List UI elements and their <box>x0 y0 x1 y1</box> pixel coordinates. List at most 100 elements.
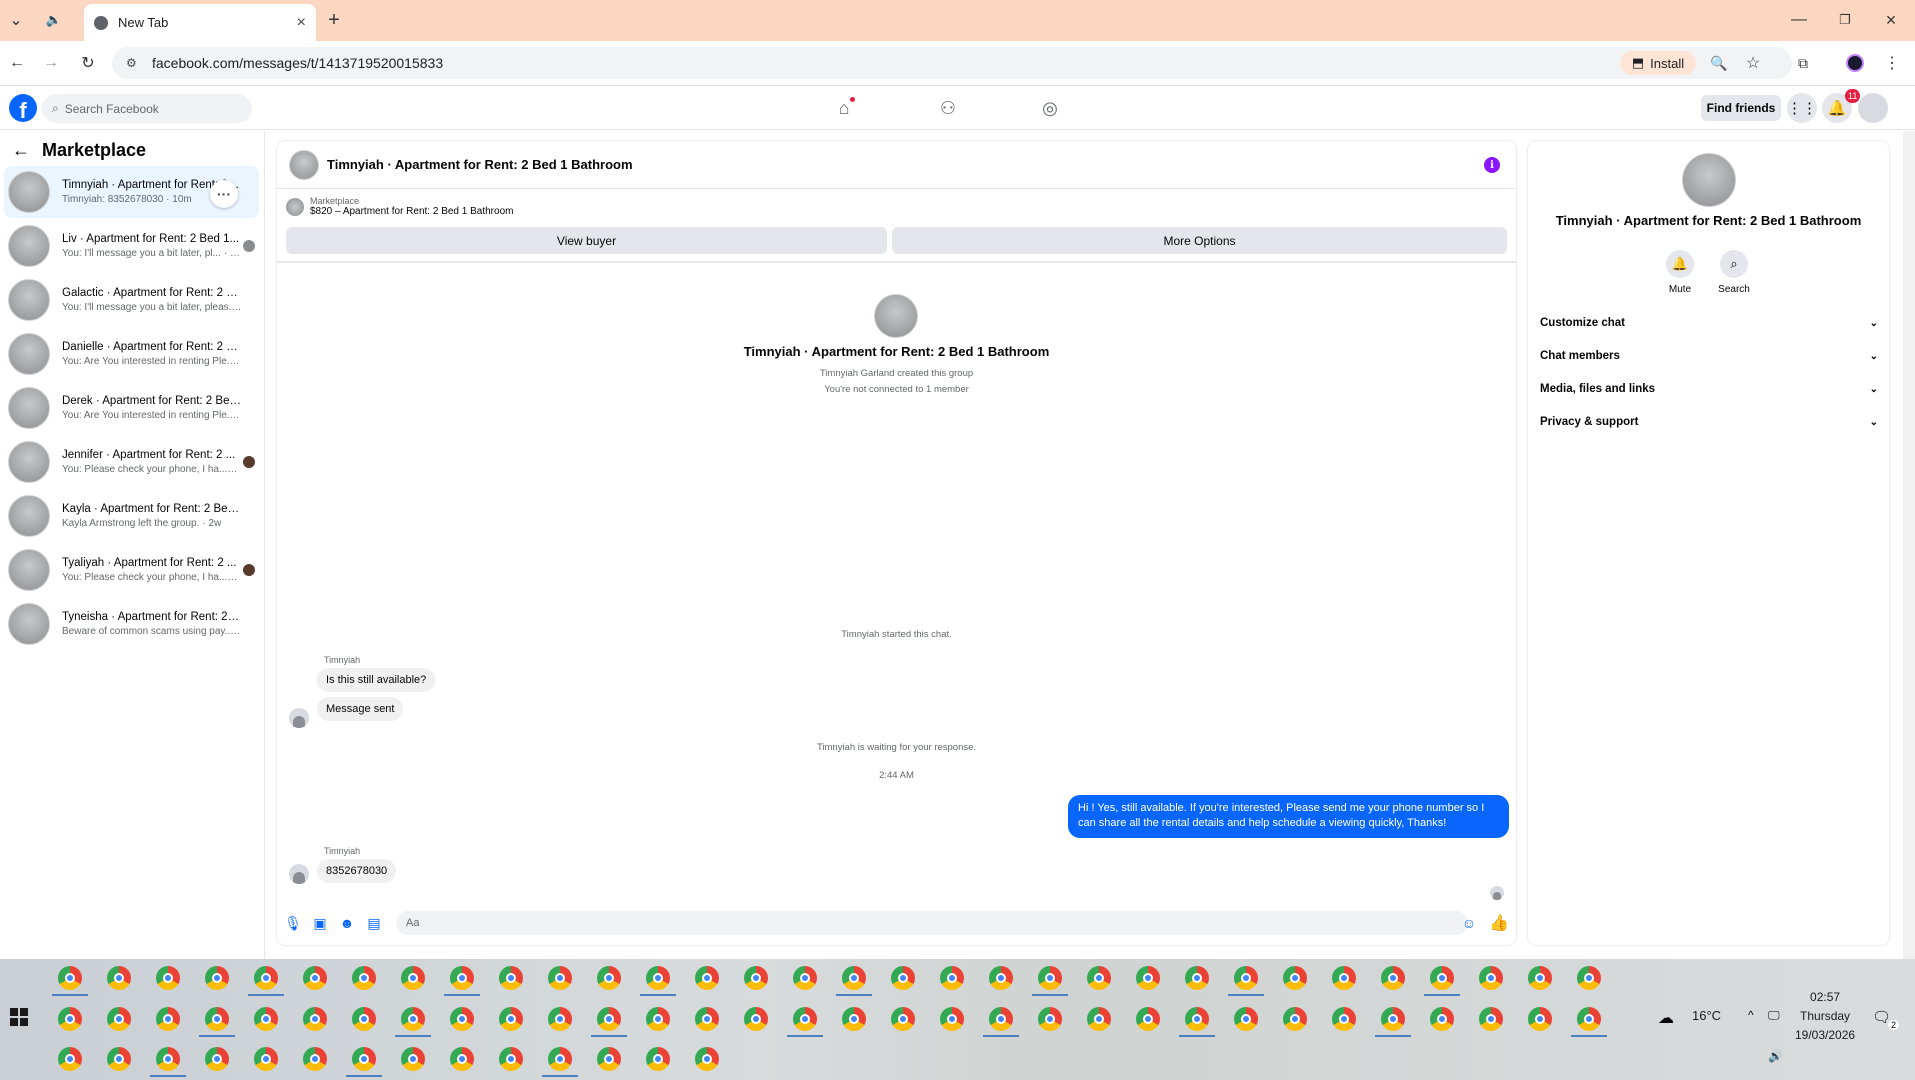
taskbar-chrome-icon[interactable] <box>1424 966 1460 996</box>
mute-button[interactable]: 🔔 Mute <box>1660 250 1700 295</box>
taskbar-chrome-icon[interactable] <box>548 1007 572 1031</box>
taskbar-chrome-icon[interactable] <box>499 966 523 990</box>
taskbar-chrome-icon[interactable] <box>346 1047 382 1077</box>
taskbar-chrome-icon[interactable] <box>1332 966 1356 990</box>
taskbar-chrome-icon[interactable] <box>548 966 572 990</box>
view-buyer-button[interactable]: View buyer <box>286 227 887 254</box>
taskbar-chrome-icon[interactable] <box>352 966 376 990</box>
taskbar-chrome-icon[interactable] <box>303 1007 327 1031</box>
taskbar-chrome-icon[interactable] <box>1136 966 1160 990</box>
more-options-button[interactable]: More Options <box>892 227 1507 254</box>
taskbar-chrome-icon[interactable] <box>983 1007 1019 1037</box>
taskbar-chrome-icon[interactable] <box>793 966 817 990</box>
conversation-item[interactable]: Danielle · Apartment for Rent: 2 B... You… <box>4 328 259 380</box>
sticker-icon[interactable]: ☻ <box>338 914 356 932</box>
back-icon[interactable]: ← <box>6 52 28 74</box>
install-button[interactable]: ⬒ Install <box>1620 51 1696 75</box>
friends-nav-icon[interactable]: ⚇ <box>928 94 968 122</box>
taskbar-chrome-icon[interactable] <box>1234 1007 1258 1031</box>
taskbar-chrome-icon[interactable] <box>542 1047 578 1077</box>
conversation-item[interactable]: Kayla · Apartment for Rent: 2 Bed ... Kay… <box>4 490 259 542</box>
menu-grid-icon[interactable]: ⋮⋮ <box>1787 93 1817 123</box>
extensions-icon[interactable]: ⧉ <box>1792 52 1814 74</box>
weather-icon[interactable]: ☁ <box>1658 1008 1674 1028</box>
taskbar-chrome-icon[interactable] <box>842 1007 866 1031</box>
taskbar-chrome-icon[interactable] <box>640 966 676 996</box>
taskbar-chrome-icon[interactable] <box>444 966 480 996</box>
info-section-row[interactable]: Media, files and links ⌄ <box>1540 375 1878 403</box>
taskbar-chrome-icon[interactable] <box>401 966 425 990</box>
taskbar-chrome-icon[interactable] <box>940 1007 964 1031</box>
taskbar-chrome-icon[interactable] <box>891 966 915 990</box>
taskbar-chrome-icon[interactable] <box>744 1007 768 1031</box>
home-nav-icon[interactable]: ⌂ <box>824 94 864 122</box>
close-tab-icon[interactable]: × <box>297 14 306 32</box>
taskbar-chrome-icon[interactable] <box>695 966 719 990</box>
conversation-item[interactable]: Galactic · Apartment for Rent: 2 Be... Yo… <box>4 274 259 326</box>
clock[interactable]: 02:57 Thursday 19/03/2026 <box>1795 988 1855 1046</box>
taskbar-chrome-icon[interactable] <box>1528 966 1552 990</box>
taskbar-chrome-icon[interactable] <box>107 1007 131 1031</box>
taskbar-chrome-icon[interactable] <box>303 1047 327 1071</box>
message-bubble[interactable]: 8352678030 <box>317 859 397 883</box>
info-section-row[interactable]: Privacy & support ⌄ <box>1540 408 1878 436</box>
taskbar-chrome-icon[interactable] <box>248 966 284 996</box>
minimize-icon[interactable]: — <box>1788 9 1810 31</box>
site-info-icon[interactable]: ⚙ <box>126 56 137 70</box>
taskbar-chrome-icon[interactable] <box>1479 966 1503 990</box>
search-chat-button[interactable]: ⌕ Search <box>1714 250 1754 295</box>
windows-start-icon[interactable] <box>10 1008 28 1026</box>
account-avatar[interactable] <box>1858 93 1888 123</box>
photo-icon[interactable]: ▣ <box>311 914 329 932</box>
info-icon[interactable]: i <box>1484 157 1500 173</box>
taskbar-chrome-icon[interactable] <box>1228 966 1264 996</box>
address-bar[interactable]: ⚙ facebook.com/messages/t/14137195200158… <box>112 47 1792 79</box>
microphone-icon[interactable]: 🎙 <box>284 914 302 932</box>
taskbar-chrome-icon[interactable] <box>1087 966 1111 990</box>
taskbar-chrome-icon[interactable] <box>450 1047 474 1071</box>
facebook-search-input[interactable]: ⌕ Search Facebook <box>42 94 252 123</box>
outgoing-message-bubble[interactable]: Hi ! Yes, still available. If you're int… <box>1068 795 1509 838</box>
taskbar-chrome-icon[interactable] <box>395 1007 431 1037</box>
taskbar-chrome-icon[interactable] <box>836 966 872 996</box>
taskbar-chrome-icon[interactable] <box>597 966 621 990</box>
taskbar-chrome-icon[interactable] <box>199 1007 235 1037</box>
back-arrow-icon[interactable]: ← <box>12 140 30 161</box>
taskbar-chrome-icon[interactable] <box>1528 1007 1552 1031</box>
taskbar-chrome-icon[interactable] <box>591 1007 627 1037</box>
taskbar-chrome-icon[interactable] <box>1571 1007 1607 1037</box>
taskbar-chrome-icon[interactable] <box>695 1007 719 1031</box>
taskbar-chrome-icon[interactable] <box>1479 1007 1503 1031</box>
taskbar-chrome-icon[interactable] <box>254 1007 278 1031</box>
conversation-item[interactable]: Derek · Apartment for Rent: 2 Bed ... You… <box>4 382 259 434</box>
taskbar-chrome-icon[interactable] <box>597 1047 621 1071</box>
new-tab-icon[interactable]: + <box>323 9 345 31</box>
taskbar-chrome-icon[interactable] <box>1087 1007 1111 1031</box>
facebook-logo[interactable]: f <box>9 94 37 122</box>
message-bubble[interactable]: Message sent <box>317 697 404 721</box>
audio-icon[interactable]: 🔈 <box>44 10 64 30</box>
taskbar-chrome-icon[interactable] <box>1136 1007 1160 1031</box>
page-scrollbar[interactable] <box>1903 131 1915 959</box>
network-icon[interactable]: 🖵 <box>1768 1008 1780 1023</box>
conversation-item[interactable]: Jennifer · Apartment for Rent: 2 ... You:… <box>4 436 259 488</box>
message-bubble[interactable]: Is this still available? <box>317 668 436 692</box>
zoom-icon[interactable]: 🔍 <box>1708 52 1730 74</box>
taskbar-chrome-icon[interactable] <box>646 1007 670 1031</box>
tray-chevron-icon[interactable]: ^ <box>1748 1008 1754 1022</box>
info-section-row[interactable]: Chat members ⌄ <box>1540 342 1878 370</box>
taskbar-chrome-icon[interactable] <box>1577 966 1601 990</box>
gif-icon[interactable]: ▤ <box>365 914 383 932</box>
restore-icon[interactable]: ❐ <box>1834 9 1856 31</box>
taskbar-chrome-icon[interactable] <box>450 1007 474 1031</box>
taskbar-chrome-icon[interactable] <box>989 966 1013 990</box>
conversation-item[interactable]: Tyneisha · Apartment for Rent: 2 B... Bew… <box>4 598 259 650</box>
taskbar-chrome-icon[interactable] <box>401 1047 425 1071</box>
volume-icon[interactable]: 🔊 <box>1768 1049 1783 1063</box>
bookmark-star-icon[interactable]: ☆ <box>1742 52 1764 74</box>
conversation-item[interactable]: Tyaliyah · Apartment for Rent: 2 ... You:… <box>4 544 259 596</box>
profile-avatar[interactable] <box>1846 54 1864 72</box>
taskbar-chrome-icon[interactable] <box>205 966 229 990</box>
taskbar-chrome-icon[interactable] <box>1283 1007 1307 1031</box>
reload-icon[interactable]: ↻ <box>77 52 99 74</box>
